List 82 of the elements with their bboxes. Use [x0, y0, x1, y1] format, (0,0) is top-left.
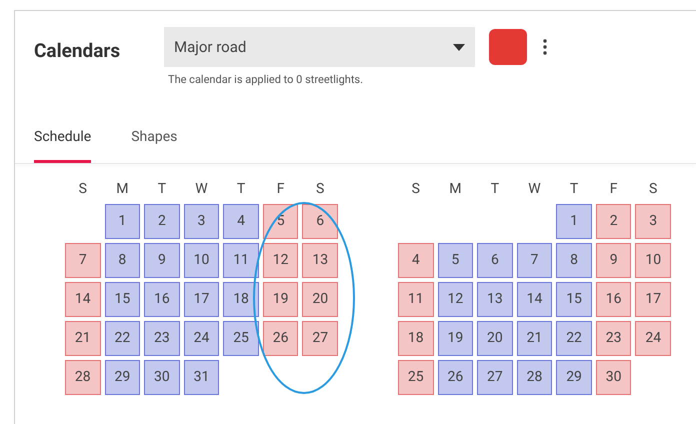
day-cell[interactable]: 8: [104, 242, 140, 278]
day-cell[interactable]: 11: [223, 242, 259, 278]
dropdown-caret-icon: [453, 44, 465, 50]
weekday-label: F: [608, 180, 618, 198]
day-cell[interactable]: 26: [262, 320, 298, 356]
day-cell[interactable]: 10: [184, 242, 220, 278]
day-cell[interactable]: 8: [556, 242, 592, 278]
day-cell[interactable]: 25: [223, 320, 259, 356]
day-cell[interactable]: 27: [477, 360, 513, 394]
weekday-label: T: [490, 180, 500, 198]
weekday-label: W: [527, 180, 542, 198]
day-cell[interactable]: 28: [65, 360, 101, 394]
day-cell[interactable]: 17: [184, 282, 220, 316]
panel-title: Calendars: [34, 38, 122, 64]
day-cell[interactable]: 3: [184, 204, 220, 238]
weekday-label: W: [194, 180, 209, 198]
day-cell[interactable]: 24: [635, 320, 671, 356]
day-cell[interactable]: 7: [65, 242, 101, 278]
weekday-label: M: [115, 180, 130, 198]
day-cell[interactable]: 4: [398, 242, 434, 278]
day-cell[interactable]: 23: [144, 320, 180, 356]
day-cell[interactable]: 27: [302, 320, 338, 356]
day-cell[interactable]: 12: [262, 242, 298, 278]
tab[interactable]: Shapes: [131, 126, 178, 162]
day-cell[interactable]: 29: [104, 360, 140, 394]
day-cell[interactable]: 14: [65, 282, 101, 316]
weekday-label: S: [648, 180, 658, 198]
weekday-label: T: [236, 180, 246, 198]
day-cell[interactable]: 28: [516, 360, 552, 394]
day-cell[interactable]: 19: [262, 282, 298, 316]
day-cell[interactable]: 21: [516, 320, 552, 356]
day-cell[interactable]: 10: [635, 242, 671, 278]
day-cell[interactable]: 6: [302, 204, 338, 238]
day-cell[interactable]: 1: [556, 204, 592, 238]
day-cell[interactable]: 13: [302, 242, 338, 278]
day-cell[interactable]: 25: [398, 360, 434, 394]
day-cell[interactable]: 16: [144, 282, 180, 316]
day-cell[interactable]: 16: [596, 282, 632, 316]
day-cell[interactable]: 12: [438, 282, 474, 316]
day-cell[interactable]: 26: [438, 360, 474, 394]
day-cell[interactable]: 1: [104, 204, 140, 238]
day-cell[interactable]: 22: [556, 320, 592, 356]
weekday-label: M: [448, 180, 462, 198]
day-cell[interactable]: 18: [223, 282, 259, 316]
weekday-label: S: [78, 180, 88, 198]
weekday-label: T: [568, 180, 580, 198]
day-cell[interactable]: 17: [635, 282, 671, 316]
day-cell[interactable]: 13: [477, 282, 513, 316]
day-cell[interactable]: 15: [104, 282, 140, 316]
day-cell[interactable]: 19: [438, 320, 474, 356]
weekday-label: F: [276, 180, 286, 198]
weekday-label: T: [156, 180, 168, 198]
day-cell[interactable]: 3: [635, 204, 671, 238]
day-cell[interactable]: 20: [477, 320, 513, 356]
day-cell[interactable]: 9: [596, 242, 632, 278]
day-cell[interactable]: 7: [516, 242, 552, 278]
helper-text: The calendar is applied to 0 streetlights.: [168, 72, 364, 88]
day-cell[interactable]: 20: [302, 282, 338, 316]
calendar-dropdown[interactable]: Major road: [164, 27, 475, 67]
day-cell[interactable]: 21: [65, 320, 101, 356]
weekday-label: S: [315, 180, 326, 198]
day-cell[interactable]: 2: [596, 204, 632, 238]
day-cell[interactable]: 18: [398, 320, 434, 356]
day-cell[interactable]: 30: [596, 360, 632, 394]
weekday-label: S: [410, 180, 421, 198]
day-cell[interactable]: 6: [477, 242, 513, 278]
day-cell[interactable]: 22: [104, 320, 140, 356]
day-cell[interactable]: 31: [184, 360, 220, 394]
day-cell[interactable]: 30: [144, 360, 180, 394]
day-cell[interactable]: 4: [223, 204, 259, 238]
day-cell[interactable]: 11: [398, 282, 434, 316]
day-cell[interactable]: 14: [516, 282, 552, 316]
day-cell[interactable]: 5: [438, 242, 474, 278]
day-cell[interactable]: 2: [144, 204, 180, 238]
day-cell[interactable]: 23: [596, 320, 632, 356]
day-cell[interactable]: 9: [144, 242, 180, 278]
color-swatch[interactable]: [489, 29, 527, 65]
tab[interactable]: Schedule: [34, 126, 92, 162]
more-options-icon[interactable]: [543, 39, 547, 55]
day-cell[interactable]: 29: [556, 360, 592, 394]
day-cell[interactable]: 24: [184, 320, 220, 356]
day-cell[interactable]: 15: [556, 282, 592, 316]
